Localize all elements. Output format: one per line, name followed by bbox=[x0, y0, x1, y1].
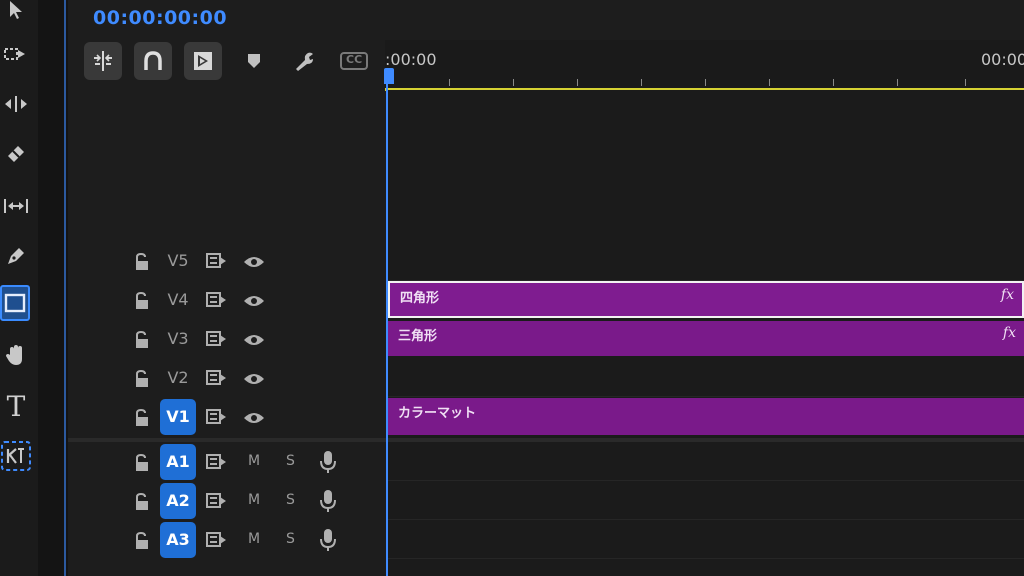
eye-icon[interactable] bbox=[242, 254, 266, 270]
lock-icon[interactable] bbox=[133, 492, 151, 512]
mute-button[interactable]: M bbox=[248, 531, 260, 547]
ruler-start-label: :00:00 bbox=[385, 50, 437, 69]
eye-icon[interactable] bbox=[242, 371, 266, 387]
tools-panel: T bbox=[0, 0, 38, 576]
sync-lock-icon[interactable] bbox=[206, 453, 228, 471]
ruler-tick bbox=[897, 79, 898, 86]
solo-button[interactable]: S bbox=[286, 492, 295, 508]
playhead-handle[interactable] bbox=[384, 68, 394, 84]
sync-lock-icon[interactable] bbox=[206, 330, 228, 348]
clip-v4[interactable]: 四角形 fx bbox=[388, 281, 1024, 318]
lock-icon[interactable] bbox=[133, 453, 151, 473]
linked-selection-icon bbox=[194, 52, 212, 70]
remix-tool-icon[interactable] bbox=[0, 440, 32, 472]
sync-lock-icon[interactable] bbox=[206, 408, 228, 426]
lane-a2[interactable] bbox=[388, 481, 1024, 520]
track-name-v4[interactable]: V4 bbox=[160, 282, 196, 318]
ruler-tick bbox=[705, 79, 706, 86]
track-select-tool-icon[interactable] bbox=[0, 38, 32, 70]
sync-lock-icon[interactable] bbox=[206, 531, 228, 549]
ruler-end-label: 00:00 bbox=[981, 50, 1024, 69]
lock-icon[interactable] bbox=[133, 369, 151, 389]
eye-icon[interactable] bbox=[242, 332, 266, 348]
fx-badge-icon: fx bbox=[1002, 325, 1016, 341]
microphone-icon[interactable] bbox=[318, 527, 338, 553]
sync-lock-icon[interactable] bbox=[206, 369, 228, 387]
track-name-v3[interactable]: V3 bbox=[160, 321, 196, 357]
captions-label: CC bbox=[346, 53, 363, 66]
playhead-line[interactable] bbox=[386, 80, 388, 576]
ruler-tick bbox=[449, 79, 450, 86]
nest-sequence-icon bbox=[94, 51, 112, 71]
ruler-tick bbox=[641, 79, 642, 86]
ruler-tick bbox=[769, 79, 770, 86]
lock-icon[interactable] bbox=[133, 330, 151, 350]
sync-lock-icon[interactable] bbox=[206, 291, 228, 309]
time-ruler[interactable]: :00:00 00:00 bbox=[385, 40, 1024, 90]
eye-icon[interactable] bbox=[242, 293, 266, 309]
settings-wrench-icon[interactable] bbox=[290, 48, 318, 74]
mute-button[interactable]: M bbox=[248, 492, 260, 508]
sync-lock-icon[interactable] bbox=[206, 492, 228, 510]
sync-lock-icon[interactable] bbox=[206, 252, 228, 270]
playhead-timecode[interactable]: 00:00:00:00 bbox=[93, 7, 227, 29]
ruler-tick bbox=[965, 79, 966, 86]
snap-icon bbox=[144, 51, 162, 70]
mute-button[interactable]: M bbox=[248, 453, 260, 469]
razor-tool-icon[interactable] bbox=[0, 138, 32, 170]
clip-name: 三角形 bbox=[398, 329, 438, 344]
clip-v3[interactable]: 三角形 fx bbox=[388, 321, 1024, 356]
lock-icon[interactable] bbox=[133, 408, 151, 428]
track-name-v5[interactable]: V5 bbox=[160, 243, 196, 279]
microphone-icon[interactable] bbox=[318, 488, 338, 514]
nest-sequence-button[interactable] bbox=[84, 42, 122, 80]
track-name-a3[interactable]: A3 bbox=[160, 522, 196, 558]
solo-button[interactable]: S bbox=[286, 531, 295, 547]
eye-icon[interactable] bbox=[242, 410, 266, 426]
track-name-a1[interactable]: A1 bbox=[160, 444, 196, 480]
lane-a1[interactable] bbox=[388, 442, 1024, 481]
add-marker-icon[interactable] bbox=[240, 48, 268, 74]
selection-tool-icon[interactable] bbox=[0, 0, 32, 26]
rectangle-tool-icon[interactable] bbox=[0, 285, 30, 321]
hand-tool-icon[interactable] bbox=[0, 340, 32, 372]
clip-name: カラーマット bbox=[398, 406, 477, 421]
lane-v2[interactable] bbox=[388, 358, 1024, 397]
track-name-v2[interactable]: V2 bbox=[160, 360, 196, 396]
fx-badge-icon: fx bbox=[1000, 287, 1014, 303]
video-audio-divider[interactable] bbox=[68, 438, 1024, 442]
type-tool[interactable]: T bbox=[0, 390, 32, 423]
clip-name: 四角形 bbox=[400, 291, 440, 306]
panel-focus-border bbox=[64, 0, 66, 576]
linked-selection-button[interactable] bbox=[184, 42, 222, 80]
track-name-a2[interactable]: A2 bbox=[160, 483, 196, 519]
slip-tool-icon[interactable] bbox=[0, 190, 32, 222]
ruler-tick bbox=[577, 79, 578, 86]
pen-tool-icon[interactable] bbox=[0, 240, 32, 272]
captions-button[interactable]: CC bbox=[340, 48, 368, 74]
clip-v1[interactable]: カラーマット bbox=[388, 398, 1024, 435]
lock-icon[interactable] bbox=[133, 252, 151, 272]
ruler-tick bbox=[513, 79, 514, 86]
microphone-icon[interactable] bbox=[318, 449, 338, 475]
lane-a3[interactable] bbox=[388, 520, 1024, 559]
lane-v5[interactable] bbox=[388, 240, 1024, 281]
solo-button[interactable]: S bbox=[286, 453, 295, 469]
ruler-tick bbox=[833, 79, 834, 86]
track-name-v1[interactable]: V1 bbox=[160, 399, 196, 435]
snap-button[interactable] bbox=[134, 42, 172, 80]
lock-icon[interactable] bbox=[133, 531, 151, 551]
ripple-edit-tool-icon[interactable] bbox=[0, 88, 32, 120]
lock-icon[interactable] bbox=[133, 291, 151, 311]
